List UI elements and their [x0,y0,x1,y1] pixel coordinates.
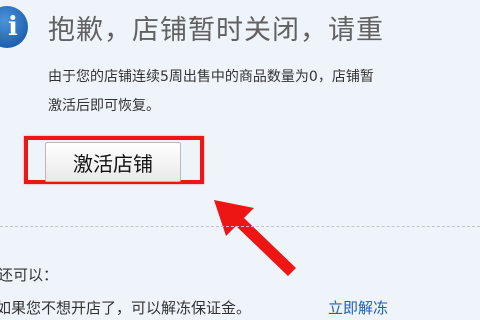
alternative-label: 还可以： [0,266,59,284]
alternative-text: 如果您不想开店了，可以解冻保证金。 [0,299,252,317]
activate-store-button[interactable]: 激活店铺 [45,142,181,182]
info-icon: i [0,6,28,48]
notice-title: 抱歉，店铺暂时关闭，请重 [48,15,384,46]
unfreeze-deposit-link[interactable]: 立即解冻 [328,297,388,318]
notice-panel: i 抱歉，店铺暂时关闭，请重 由于您的店铺连续5周出售中的商品数量为0，店铺暂 … [0,0,480,320]
red-arrow-annotation [214,200,296,276]
section-divider [0,226,480,227]
notice-message-line2: 激活后即可恢复。 [48,98,160,114]
notice-message-line1: 由于您的店铺连续5周出售中的商品数量为0，店铺暂 [48,69,374,85]
